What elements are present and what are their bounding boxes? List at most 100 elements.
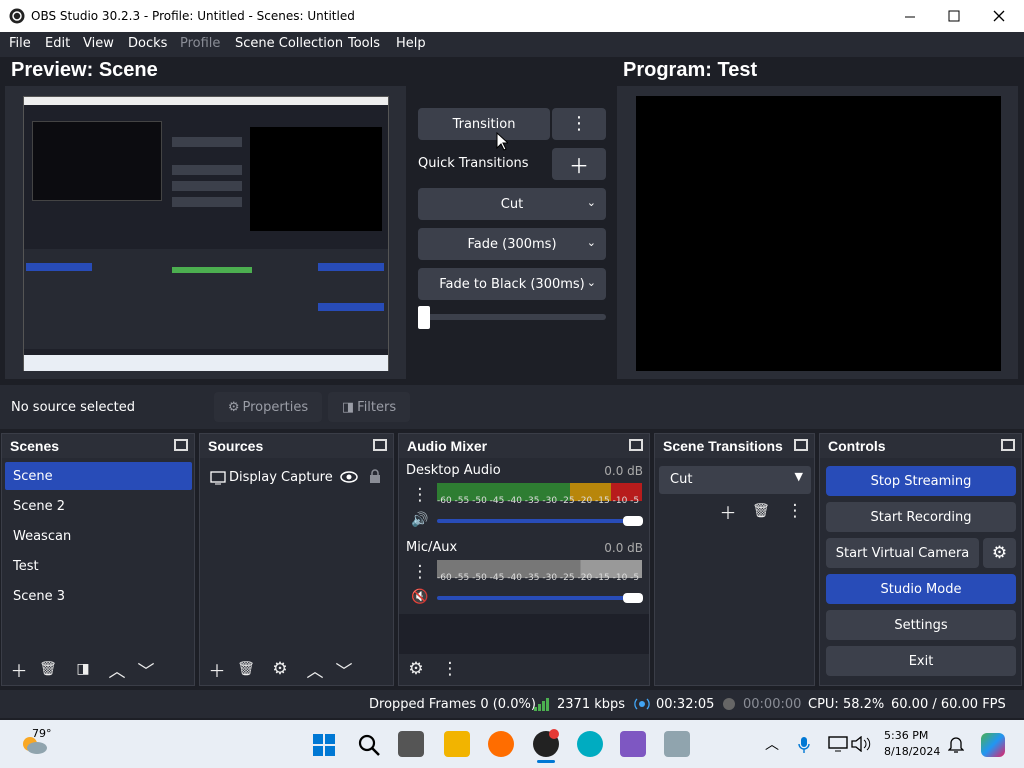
undock-icon[interactable] xyxy=(373,439,387,451)
streaming-icon xyxy=(634,698,650,710)
menu-tools[interactable]: Tools xyxy=(348,36,380,51)
menu-file[interactable]: File xyxy=(9,36,31,51)
chevron-up-icon[interactable]: ︿ xyxy=(765,734,779,754)
exit-button[interactable]: Exit xyxy=(826,646,1016,676)
transition-menu-button[interactable]: ⋮ xyxy=(552,108,606,140)
edge-icon[interactable] xyxy=(577,731,603,757)
add-scene-icon[interactable]: ＋ xyxy=(6,657,32,682)
file-explorer-icon[interactable] xyxy=(444,731,470,757)
scene-item-weascan[interactable]: Weascan xyxy=(13,529,71,544)
more-vertical-icon[interactable]: ⋮ xyxy=(407,483,433,507)
move-up-icon[interactable]: ︿ xyxy=(302,657,328,682)
notifications-bell-icon[interactable] xyxy=(948,736,964,754)
speaker-icon[interactable]: 🔊 xyxy=(407,508,433,532)
notepad-icon[interactable] xyxy=(664,731,690,757)
microphone-icon[interactable] xyxy=(797,736,811,754)
copilot-icon[interactable] xyxy=(981,733,1005,757)
speaker-muted-icon[interactable]: 🔇 xyxy=(407,585,433,609)
transition-select[interactable]: Cut ▼ xyxy=(659,466,811,494)
filters-button-label: Filters xyxy=(357,399,397,415)
scene-item-scene-3[interactable]: Scene 3 xyxy=(13,589,65,604)
mic-aux-volume-slider[interactable] xyxy=(437,596,633,600)
move-down-icon[interactable]: ﹀ xyxy=(331,657,357,682)
network-icon[interactable] xyxy=(828,736,848,752)
trash-icon[interactable]: 🗑 xyxy=(35,657,61,681)
stop-streaming-button[interactable]: Stop Streaming xyxy=(826,466,1016,496)
menu-docks[interactable]: Docks xyxy=(128,36,167,51)
filter-icon[interactable]: ◨ xyxy=(70,657,96,681)
more-vertical-icon[interactable]: ⋮ xyxy=(437,657,463,681)
undock-icon[interactable] xyxy=(629,439,643,451)
scene-item-test[interactable]: Test xyxy=(13,559,39,574)
monitor-icon xyxy=(210,471,226,485)
quick-transition-fade-black[interactable]: Fade to Black (300ms) ⌄ xyxy=(418,268,606,300)
menu-help[interactable]: Help xyxy=(396,36,426,51)
menu-scene-collection[interactable]: Scene Collection xyxy=(235,36,343,51)
preview-canvas[interactable] xyxy=(23,96,389,371)
mic-aux-volume-handle[interactable] xyxy=(623,593,643,603)
start-recording-button[interactable]: Start Recording xyxy=(826,502,1016,532)
more-vertical-icon[interactable]: ⋮ xyxy=(782,499,808,523)
visual-studio-icon[interactable] xyxy=(620,731,646,757)
more-vertical-icon: ⋮ xyxy=(570,113,588,134)
filters-button[interactable]: ◨ Filters xyxy=(328,392,410,422)
undock-icon[interactable] xyxy=(794,439,808,451)
controls-dock-title: Controls xyxy=(820,434,1021,458)
virtual-camera-settings-button[interactable]: ⚙ xyxy=(983,538,1016,568)
scene-item-scene-2[interactable]: Scene 2 xyxy=(13,499,65,514)
firefox-icon[interactable] xyxy=(488,731,514,757)
gear-icon: ⚙ xyxy=(991,543,1008,563)
quick-transition-cut[interactable]: Cut ⌄ xyxy=(418,188,606,220)
add-transition-icon[interactable]: ＋ xyxy=(715,499,741,524)
transition-button[interactable]: Transition xyxy=(418,108,550,140)
transition-select-value: Cut xyxy=(670,472,693,487)
properties-button[interactable]: ⚙ Properties xyxy=(214,392,322,422)
eye-icon[interactable] xyxy=(340,471,358,483)
transition-slider-handle[interactable] xyxy=(418,306,430,329)
sources-dock-title: Sources xyxy=(200,434,393,458)
add-source-icon[interactable]: ＋ xyxy=(204,657,230,682)
desktop-audio-scale: -60 -55 -50 -45 -40 -35 -30 -25 -20 -15 … xyxy=(437,496,642,506)
move-down-icon[interactable]: ﹀ xyxy=(133,657,159,682)
studio-mode-button[interactable]: Studio Mode xyxy=(826,574,1016,604)
clock-date[interactable]: 8/18/2024 xyxy=(884,745,940,758)
transition-slider[interactable] xyxy=(418,314,606,320)
lock-icon[interactable] xyxy=(369,469,381,484)
more-vertical-icon[interactable]: ⋮ xyxy=(407,560,433,584)
preview-nested-control xyxy=(318,263,384,271)
clock-time[interactable]: 5:36 PM xyxy=(884,729,928,742)
scene-item-scene[interactable]: Scene xyxy=(13,469,53,484)
undock-icon[interactable] xyxy=(1001,439,1015,451)
minimize-icon[interactable] xyxy=(904,11,916,23)
task-view-icon[interactable] xyxy=(398,731,424,757)
undock-icon[interactable] xyxy=(174,439,188,451)
search-icon[interactable] xyxy=(357,733,381,757)
trash-icon[interactable]: 🗑 xyxy=(233,657,259,681)
settings-button[interactable]: Settings xyxy=(826,610,1016,640)
trash-icon[interactable]: 🗑 xyxy=(748,499,774,523)
maximize-icon[interactable] xyxy=(948,10,960,22)
move-up-icon[interactable]: ︿ xyxy=(104,657,130,682)
menu-profile[interactable]: Profile xyxy=(180,36,220,51)
gear-icon[interactable]: ⚙ xyxy=(267,657,293,681)
advanced-audio-icon[interactable]: ⚙ xyxy=(403,657,429,681)
close-icon[interactable] xyxy=(993,10,1005,22)
fps: 60.00 / 60.00 FPS xyxy=(891,697,1006,712)
sources-title: Sources xyxy=(208,438,264,454)
preview-nested-preview xyxy=(32,121,162,201)
signal-icon xyxy=(534,698,549,711)
source-item-display-capture[interactable]: Display Capture xyxy=(229,470,333,485)
volume-icon[interactable] xyxy=(851,736,871,752)
audio-mixer-title: Audio Mixer xyxy=(407,438,488,454)
start-virtual-camera-button[interactable]: Start Virtual Camera xyxy=(826,538,979,568)
menu-edit[interactable]: Edit xyxy=(45,36,70,51)
scenes-dock-title: Scenes xyxy=(2,434,194,458)
filter-icon: ◨ xyxy=(341,399,355,415)
desktop-audio-volume-slider[interactable] xyxy=(437,519,633,523)
menu-view[interactable]: View xyxy=(83,36,114,51)
windows-start-icon[interactable] xyxy=(312,733,336,757)
quick-transition-fade[interactable]: Fade (300ms) ⌄ xyxy=(418,228,606,260)
add-quick-transition-button[interactable]: ＋ xyxy=(552,148,606,180)
scene-transitions-dock-title: Scene Transitions xyxy=(655,434,814,458)
desktop-audio-volume-handle[interactable] xyxy=(623,516,643,526)
